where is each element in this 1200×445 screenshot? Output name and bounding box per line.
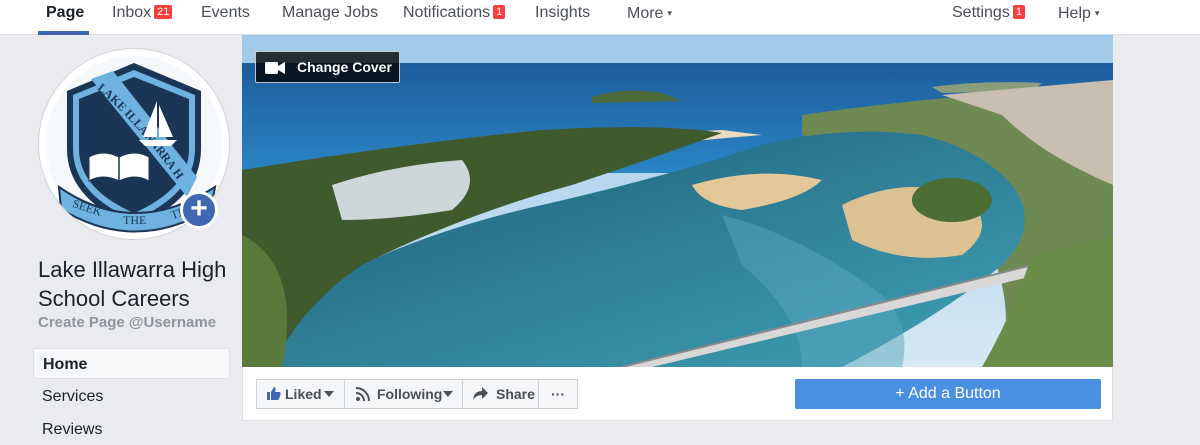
active-tab-indicator xyxy=(38,31,89,35)
thumbs-up-icon xyxy=(267,387,281,400)
liked-button[interactable]: Liked xyxy=(256,379,345,409)
tab-events-label: Events xyxy=(201,4,250,21)
page-action-bar: Liked Following Share ··· + Add a Button xyxy=(242,367,1113,421)
chevron-down-icon: ▾ xyxy=(1094,8,1100,18)
sidebar-item-label: Services xyxy=(42,388,104,405)
inbox-count-badge: 21 xyxy=(154,5,173,19)
rss-feed-icon xyxy=(356,387,370,401)
tab-more-label: More xyxy=(627,5,664,22)
tab-manage-jobs-label: Manage Jobs xyxy=(282,4,379,21)
following-label: Following xyxy=(377,386,443,402)
tab-inbox-label: Inbox xyxy=(112,4,152,21)
sidebar-item-label: Home xyxy=(43,356,88,373)
notifications-count-badge: 1 xyxy=(493,5,506,19)
more-actions-button[interactable]: ··· xyxy=(538,379,578,409)
cover-photo: Change Cover xyxy=(242,35,1113,367)
share-button[interactable]: Share xyxy=(462,379,539,409)
sidebar-item-services[interactable]: Services xyxy=(33,381,230,412)
add-photo-button[interactable]: + xyxy=(180,191,218,229)
chevron-down-icon xyxy=(324,391,334,397)
tab-notifications-label: Notifications xyxy=(403,4,491,21)
liked-label: Liked xyxy=(285,386,322,402)
sidebar-item-label: Reviews xyxy=(42,421,103,438)
page-title: Lake Illawarra High School Careers xyxy=(38,257,227,311)
following-button[interactable]: Following xyxy=(344,379,463,409)
change-cover-button[interactable]: Change Cover xyxy=(255,51,400,83)
create-username-link[interactable]: Create Page @Username xyxy=(38,314,216,331)
tab-settings[interactable]: Settings 1 xyxy=(952,0,1025,35)
tab-page[interactable]: Page xyxy=(46,0,84,35)
share-label: Share xyxy=(496,386,535,402)
tab-help-label: Help xyxy=(1058,5,1091,22)
crest-motto-mid: THE xyxy=(123,213,146,227)
tab-insights[interactable]: Insights xyxy=(535,0,590,35)
sidebar-item-home[interactable]: Home xyxy=(33,348,230,379)
settings-count-badge: 1 xyxy=(1012,5,1025,19)
tab-events[interactable]: Events xyxy=(201,0,250,35)
chevron-down-icon: ▾ xyxy=(667,8,672,18)
tab-more[interactable]: More ▾ xyxy=(627,0,672,35)
tab-manage-jobs[interactable]: Manage Jobs xyxy=(282,0,378,35)
cover-photo-image xyxy=(242,35,1113,367)
change-cover-label: Change Cover xyxy=(297,59,392,75)
plus-icon: + xyxy=(190,192,208,225)
tab-notifications[interactable]: Notifications 1 xyxy=(403,0,506,35)
tab-help[interactable]: Help ▾ xyxy=(1058,0,1099,35)
tab-inbox[interactable]: Inbox 21 xyxy=(112,0,173,35)
video-camera-icon xyxy=(265,62,285,74)
share-arrow-icon xyxy=(473,387,488,400)
more-dots-icon: ··· xyxy=(551,386,565,402)
tab-insights-label: Insights xyxy=(535,4,591,21)
sidebar-item-reviews[interactable]: Reviews xyxy=(33,414,230,445)
chevron-down-icon xyxy=(443,391,453,397)
page-top-nav: Page Inbox 21 Events Manage Jobs Notifica… xyxy=(0,0,1200,35)
add-a-button-label: + Add a Button xyxy=(895,385,1001,402)
add-a-button-button[interactable]: + Add a Button xyxy=(795,379,1101,409)
tab-page-label: Page xyxy=(46,4,85,21)
tab-settings-label: Settings xyxy=(952,4,1010,21)
